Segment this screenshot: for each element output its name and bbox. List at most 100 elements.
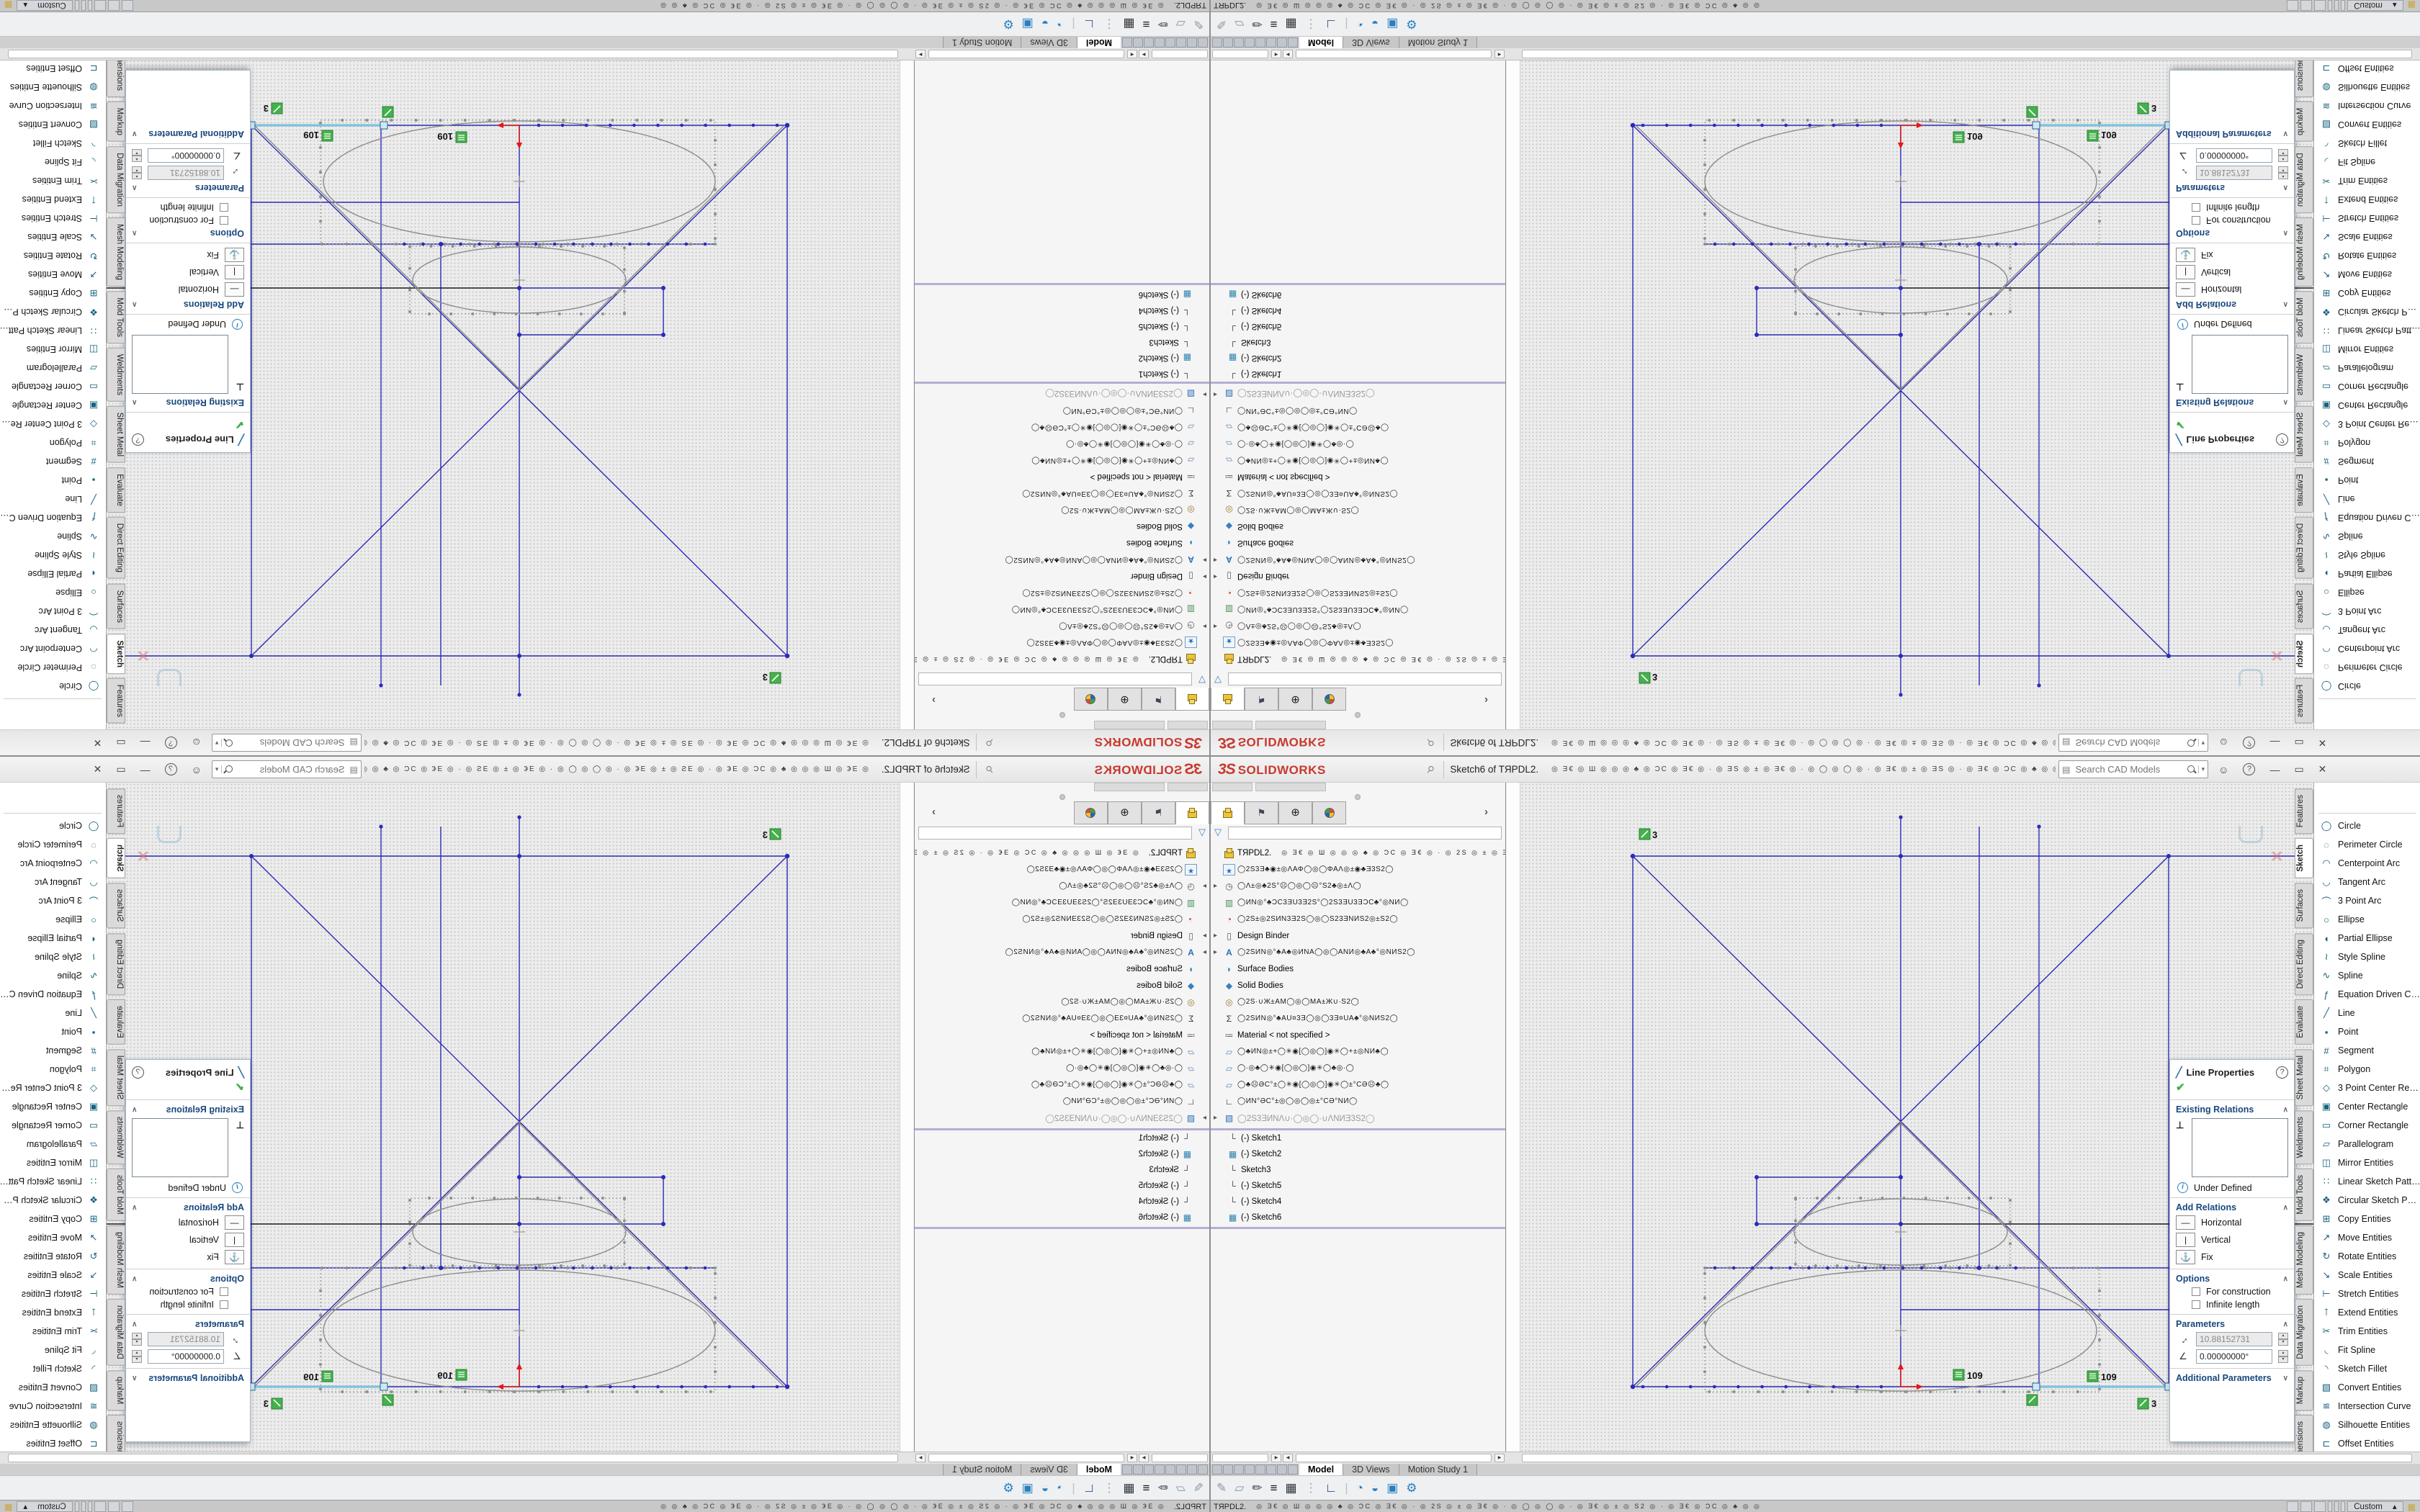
feature-tree-item[interactable]: Material < not specified > — [1211, 469, 1506, 485]
sketch-tree-item[interactable]: (-) Sketch4 — [1211, 302, 1506, 318]
model-tab[interactable]: Motion Study 1 — [943, 37, 1021, 48]
sketch-tool-item[interactable]: ↘ Scale Entities — [2314, 1266, 2420, 1284]
cancel-sketch-icon[interactable]: ✕ — [137, 646, 150, 665]
sketch-tool-item[interactable]: ⊢ Stretch Entities — [2314, 1284, 2420, 1303]
section-add-relations[interactable]: Add Relations ∧ — [126, 1201, 250, 1214]
section-options[interactable]: Options ∧ — [2170, 227, 2294, 240]
model-tab[interactable]: Model — [1299, 1464, 1343, 1475]
feature-tree-item[interactable]: Solid Bodies — [914, 518, 1209, 535]
panel-tab[interactable] — [1175, 801, 1209, 824]
sketch-tool-item[interactable]: ƒ Equation Driven Curve — [0, 508, 106, 527]
spin-up-icon[interactable]: ▴ — [132, 156, 142, 162]
angle-spinner[interactable]: ▴ ▾ — [2278, 1350, 2288, 1363]
sketch-tree-item[interactable]: (-) Sketch4 — [1211, 1194, 1506, 1210]
sketch-tool-item[interactable]: ▣ Center Rectangle — [0, 396, 106, 415]
search-box[interactable]: ▤ ▾ — [212, 760, 362, 778]
panel-tab[interactable] — [1211, 801, 1245, 824]
search-icon[interactable] — [223, 764, 234, 775]
relation-badge[interactable]: 109 — [2087, 130, 2117, 141]
panel-grip[interactable] — [1211, 711, 1506, 720]
panel-tab[interactable] — [1278, 688, 1312, 711]
tab-nav-button[interactable] — [1277, 37, 1287, 48]
relation-badge[interactable]: 109 — [2087, 1371, 2117, 1382]
sketch-tool-item[interactable]: ▱ Parallelogram — [0, 1135, 106, 1153]
toolbar-icon[interactable]: ≡ — [1270, 17, 1278, 32]
restore-button[interactable]: ▭ — [116, 763, 125, 775]
feature-tree-item[interactable]: ▸ ◯Λ±◎♣2S°☹◯◎◯☹°S2♣◎±Λ◯ — [1211, 878, 1506, 894]
tab-nav-button[interactable] — [1176, 37, 1186, 48]
expand-arrow-icon[interactable]: ▸ — [1214, 1114, 1223, 1122]
sketch-tool-item[interactable]: ▪ Point — [2314, 1022, 2420, 1041]
tag-icon[interactable]: ▦ — [2406, 1502, 2418, 1512]
feature-tree-item[interactable]: Surface Bodies — [1211, 535, 1506, 552]
sketch-tool-item[interactable]: ◟ Fit Spline — [2314, 1341, 2420, 1359]
sketch-tree-item[interactable]: (-) Sketch4 — [914, 302, 1209, 318]
scrollbar-track[interactable] — [1212, 50, 1268, 58]
toolbar-icon[interactable]: ◔ — [1356, 1481, 1363, 1495]
feature-tree-item[interactable]: ▸ ◯2SИN◎°♣A♣◎ИNA◯◎◯ANИ◎♣A♣°◎NИS2◯ — [1211, 944, 1506, 960]
expand-arrow-icon[interactable]: ▸ — [1197, 1114, 1206, 1122]
feature-tree-item[interactable]: ◯2S·∪Ж±AM◯◎◯MA±Ж∪·S2◯ — [1211, 994, 1506, 1010]
feature-tree-item[interactable]: ◯2SИN◎°♣AU¤3Ǝ◯◎◯3Ǝ¤UA♣°◎NИS2◯ — [914, 1010, 1209, 1027]
sketch-tool-item[interactable]: ▣ Center Rectangle — [0, 1097, 106, 1116]
add-relation-button[interactable]: | Vertical — [126, 264, 250, 281]
sketch-tool-item[interactable]: ◌ Perimeter Circle — [0, 835, 106, 854]
units-dropdown[interactable]: Custom ▴ — [17, 0, 72, 11]
commandmanager-tab[interactable]: Mold Tools — [2295, 291, 2313, 343]
tab-nav-button[interactable] — [1255, 37, 1265, 48]
commandmanager-tab[interactable]: Mold Tools — [107, 1169, 125, 1221]
search-input[interactable] — [236, 737, 346, 749]
scrollbar-track[interactable] — [8, 50, 898, 58]
section-additional-parameters[interactable]: Additional Parameters ∨ — [126, 127, 250, 140]
scroll-end-icon[interactable]: ▶ — [915, 50, 926, 58]
add-relation-button[interactable]: — Horizontal — [2170, 281, 2294, 298]
commandmanager-tab[interactable]: Features — [2295, 788, 2313, 834]
section-options[interactable]: Options ∧ — [126, 1272, 250, 1285]
spin-down-icon[interactable]: ▾ — [132, 1339, 142, 1346]
panel-tab[interactable] — [1074, 801, 1108, 824]
option-row[interactable]: Infinite length — [2170, 201, 2294, 214]
pane-split-left-icon[interactable]: ◀ — [1127, 50, 1137, 58]
sketch-tree-item[interactable]: (-) Sketch6 — [914, 287, 1209, 302]
section-additional-parameters[interactable]: Additional Parameters ∨ — [126, 1372, 250, 1385]
toolbar-icon[interactable]: ▱ — [1234, 17, 1244, 32]
filter-icon[interactable]: ▽ — [1198, 827, 1206, 838]
option-row[interactable]: Infinite length — [126, 201, 250, 214]
tag-icon[interactable]: ▦ — [2, 1, 14, 11]
feature-tree-item[interactable]: ◯·◎♣◯✳◉[◯◎◯]◉✳◯♣◎·◯ — [914, 436, 1209, 452]
feature-tree-item[interactable]: ◯ИN◎°♣ƆC3ƎU3Ǝ2S°◯2S3ƎU3ƎƆC♣°◎NИ◯ — [1211, 894, 1506, 911]
panel-gutter[interactable] — [900, 783, 913, 1452]
add-relation-button[interactable]: — Horizontal — [126, 281, 250, 298]
relation-badge[interactable]: 109 — [437, 131, 467, 143]
expand-arrow-icon[interactable]: ▸ — [1197, 556, 1206, 564]
sketch-tree-item[interactable]: Sketch3 — [1211, 1162, 1506, 1178]
scrollbar-track[interactable] — [1296, 50, 1492, 58]
sketch-tool-item[interactable]: ▧ Convert Entities — [2314, 1378, 2420, 1397]
length-spinner[interactable]: ▴ ▾ — [132, 1333, 142, 1346]
relations-listbox[interactable] — [132, 335, 228, 394]
section-existing-relations[interactable]: Existing Relations ∧ — [2170, 396, 2294, 409]
feature-tree-item[interactable]: Solid Bodies — [1211, 518, 1506, 535]
tab-nav-button[interactable] — [1133, 37, 1143, 48]
sketch-tool-item[interactable]: # Segment — [2314, 452, 2420, 471]
selected-line-handle-left[interactable] — [2033, 122, 2040, 129]
model-tab[interactable]: Motion Study 1 — [1399, 37, 1477, 48]
close-button[interactable]: ✕ — [94, 737, 102, 749]
sketch-tool-item[interactable]: ⊺ Extend Entities — [2314, 1303, 2420, 1322]
cancel-sketch-icon[interactable]: ✕ — [2270, 646, 2283, 665]
sketch-tool-item[interactable]: ◯ Circle — [2314, 677, 2420, 696]
tab-nav-button[interactable] — [1144, 1464, 1154, 1475]
help-icon[interactable]: ? — [2276, 433, 2288, 446]
sketch-tool-item[interactable]: ⊺ Extend Entities — [0, 1303, 106, 1322]
toolbar-icon[interactable]: | — [1072, 17, 1075, 32]
cancel-sketch-icon[interactable]: ✕ — [2270, 847, 2283, 866]
feature-tree-item[interactable]: ◯2S·∪Ж±AM◯◎◯MA±Ж∪·S2◯ — [914, 502, 1209, 518]
sketch-tool-item[interactable]: ↻ Rotate Entities — [0, 1247, 106, 1266]
length-input[interactable]: 10.88152731 — [2196, 166, 2272, 180]
checkbox[interactable] — [2192, 1300, 2200, 1309]
sketch-tool-item[interactable]: ○ Ellipse — [0, 583, 106, 602]
filter-icon[interactable]: ▽ — [1214, 674, 1222, 685]
toolbar-icon[interactable]: ◔ — [1057, 17, 1064, 32]
selected-line-handle-left[interactable] — [380, 122, 387, 129]
feature-tree-item[interactable]: Material < not specified > — [914, 1027, 1209, 1043]
